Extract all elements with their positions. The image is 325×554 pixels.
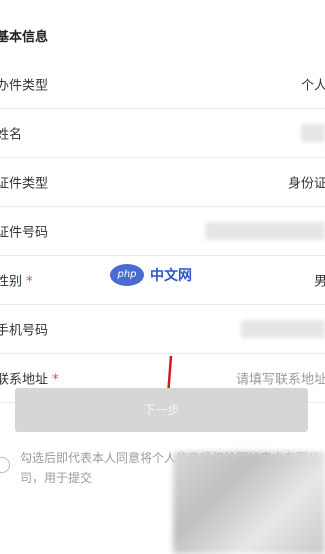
row-id-type[interactable]: 证件类型 身份证	[0, 158, 325, 207]
label-name: 姓名	[0, 127, 23, 143]
label-gender: 性别 *	[0, 274, 33, 290]
next-button[interactable]: 下一步	[15, 388, 308, 432]
watermark-text: 中文网	[150, 268, 192, 284]
section-title: 基本信息	[0, 30, 49, 45]
name-value-redacted	[301, 124, 325, 142]
watermark: php 中文网	[110, 264, 192, 286]
label-id-type: 证件类型	[0, 176, 49, 192]
label-id-number: 证件号码	[0, 225, 49, 241]
required-mark: *	[26, 274, 33, 290]
label-address: 联系地址 *	[0, 372, 59, 388]
row-name[interactable]: 姓名	[0, 109, 325, 158]
address-input[interactable]: 请填写联系地址	[236, 369, 325, 388]
value-application-type: 个人	[300, 78, 325, 94]
agreement-radio[interactable]	[0, 457, 10, 473]
required-mark: *	[52, 372, 59, 388]
value-gender: 男	[313, 274, 325, 290]
label-phone: 手机号码	[0, 323, 49, 339]
phone-redacted	[241, 320, 325, 338]
redacted-overlay	[173, 452, 325, 554]
value-id-type: 身份证	[287, 176, 325, 192]
id-number-redacted	[205, 222, 325, 240]
watermark-logo: php	[110, 264, 144, 286]
row-phone[interactable]: 手机号码	[0, 305, 325, 354]
row-id-number[interactable]: 证件号码	[0, 207, 325, 256]
label-application-type: 办件类型	[0, 78, 49, 94]
row-application-type[interactable]: 办件类型 个人	[0, 60, 325, 109]
